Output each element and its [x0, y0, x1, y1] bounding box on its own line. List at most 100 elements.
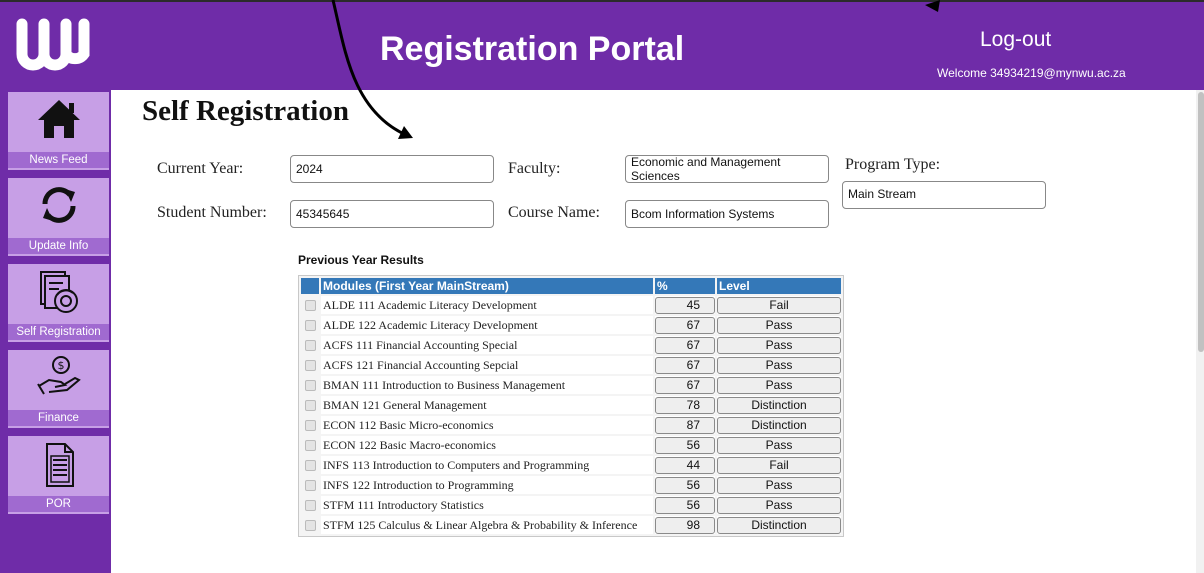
percent-value: 56 — [655, 476, 715, 494]
level-value: Pass — [717, 316, 841, 334]
module-name: INFS 113 Introduction to Computers and P… — [321, 456, 653, 474]
table-row: ALDE 111 Academic Literacy Development 4… — [301, 296, 841, 314]
student-number-field[interactable]: 45345645 — [290, 200, 494, 228]
table-row: ACFS 121 Financial Accounting Sepcial 67… — [301, 356, 841, 374]
university-logo-icon — [16, 18, 90, 71]
percent-value: 44 — [655, 456, 715, 474]
course-name-label: Course Name: — [508, 204, 600, 221]
sidebar: News Feed Update Info Self Registration … — [0, 90, 111, 573]
module-name: INFS 122 Introduction to Programming — [321, 476, 653, 494]
sidebar-item-update-info[interactable]: Update Info — [8, 178, 109, 256]
sidebar-item-por[interactable]: POR — [8, 436, 109, 514]
table-row: BMAN 121 General Management 78 Distincti… — [301, 396, 841, 414]
row-checkbox[interactable] — [304, 460, 316, 472]
percent-value: 98 — [655, 516, 715, 534]
svg-text:$: $ — [57, 359, 64, 372]
table-row: STFM 125 Calculus & Linear Algebra & Pro… — [301, 516, 841, 534]
row-checkbox[interactable] — [304, 340, 316, 352]
module-name: ECON 112 Basic Micro-economics — [321, 416, 653, 434]
percent-value: 78 — [655, 396, 715, 414]
row-checkbox[interactable] — [304, 300, 316, 312]
results-title: Previous Year Results — [298, 253, 424, 267]
checkbox-column-header — [301, 278, 319, 294]
program-type-field[interactable]: Main Stream — [842, 181, 1046, 209]
sidebar-item-label: Finance — [8, 410, 109, 426]
percent-value: 67 — [655, 336, 715, 354]
level-value: Fail — [717, 456, 841, 474]
percent-value: 45 — [655, 296, 715, 314]
welcome-text: Welcome 34934219@mynwu.ac.za — [937, 66, 1126, 80]
table-row: ECON 112 Basic Micro-economics 87 Distin… — [301, 416, 841, 434]
row-checkbox[interactable] — [304, 320, 316, 332]
level-value: Pass — [717, 476, 841, 494]
percent-value: 56 — [655, 436, 715, 454]
percent-value: 67 — [655, 376, 715, 394]
scrollbar-thumb[interactable] — [1198, 92, 1204, 352]
table-row: INFS 122 Introduction to Programming 56 … — [301, 476, 841, 494]
percent-value: 67 — [655, 356, 715, 374]
sidebar-item-self-registration[interactable]: Self Registration — [8, 264, 109, 342]
hand-money-icon: $ — [36, 356, 81, 395]
row-checkbox[interactable] — [304, 360, 316, 372]
row-checkbox[interactable] — [304, 480, 316, 492]
app-header: Registration Portal Log-out Welcome 3493… — [0, 0, 1204, 90]
course-name-field[interactable]: Bcom Information Systems — [625, 200, 829, 228]
row-checkbox[interactable] — [304, 400, 316, 412]
level-value: Pass — [717, 436, 841, 454]
student-number-label: Student Number: — [157, 204, 267, 221]
row-checkbox[interactable] — [304, 380, 316, 392]
sidebar-item-finance[interactable]: $ Finance — [8, 350, 109, 428]
module-name: ALDE 122 Academic Literacy Development — [321, 316, 653, 334]
table-row: ALDE 122 Academic Literacy Development 6… — [301, 316, 841, 334]
module-name: BMAN 111 Introduction to Business Manage… — [321, 376, 653, 394]
level-value: Fail — [717, 296, 841, 314]
current-year-field[interactable]: 2024 — [290, 155, 494, 183]
percent-value: 67 — [655, 316, 715, 334]
faculty-label: Faculty: — [508, 160, 561, 177]
level-value: Pass — [717, 356, 841, 374]
document-list-icon — [45, 443, 74, 487]
table-row: BMAN 111 Introduction to Business Manage… — [301, 376, 841, 394]
module-name: STFM 125 Calculus & Linear Algebra & Pro… — [321, 516, 653, 534]
row-checkbox[interactable] — [304, 500, 316, 512]
level-column-header: Level — [717, 278, 841, 294]
level-value: Pass — [717, 336, 841, 354]
row-checkbox[interactable] — [304, 420, 316, 432]
table-row: ACFS 111 Financial Accounting Special 67… — [301, 336, 841, 354]
module-name: ACFS 121 Financial Accounting Sepcial — [321, 356, 653, 374]
percent-value: 87 — [655, 416, 715, 434]
row-checkbox[interactable] — [304, 520, 316, 532]
module-name: ACFS 111 Financial Accounting Special — [321, 336, 653, 354]
level-value: Pass — [717, 496, 841, 514]
row-checkbox[interactable] — [304, 440, 316, 452]
percent-column-header: % — [655, 278, 715, 294]
level-value: Distinction — [717, 516, 841, 534]
table-row: INFS 113 Introduction to Computers and P… — [301, 456, 841, 474]
sidebar-item-label: News Feed — [8, 152, 109, 168]
sidebar-item-news-feed[interactable]: News Feed — [8, 92, 109, 170]
results-header-row: Modules (First Year MainStream) % Level — [301, 278, 841, 294]
level-value: Distinction — [717, 416, 841, 434]
document-gear-icon — [39, 271, 78, 313]
sidebar-item-label: Update Info — [8, 238, 109, 254]
faculty-field[interactable]: Economic and Management Sciences — [625, 155, 829, 183]
percent-value: 56 — [655, 496, 715, 514]
home-icon — [37, 100, 80, 138]
current-year-label: Current Year: — [157, 160, 244, 177]
logout-link[interactable]: Log-out — [980, 28, 1051, 52]
results-table: Modules (First Year MainStream) % Level … — [298, 275, 844, 537]
sidebar-item-label: Self Registration — [8, 324, 109, 340]
main-content: Self Registration Current Year: 2024 Stu… — [111, 90, 1204, 573]
module-name: ECON 122 Basic Macro-economics — [321, 436, 653, 454]
page-title: Self Registration — [142, 95, 349, 127]
sidebar-item-label: POR — [8, 496, 109, 512]
portal-title: Registration Portal — [380, 30, 685, 68]
table-row: ECON 122 Basic Macro-economics 56 Pass — [301, 436, 841, 454]
level-value: Distinction — [717, 396, 841, 414]
module-name: ALDE 111 Academic Literacy Development — [321, 296, 653, 314]
program-type-label: Program Type: — [845, 156, 941, 173]
module-column-header: Modules (First Year MainStream) — [321, 278, 653, 294]
table-row: STFM 111 Introductory Statistics 56 Pass — [301, 496, 841, 514]
module-name: STFM 111 Introductory Statistics — [321, 496, 653, 514]
module-name: BMAN 121 General Management — [321, 396, 653, 414]
